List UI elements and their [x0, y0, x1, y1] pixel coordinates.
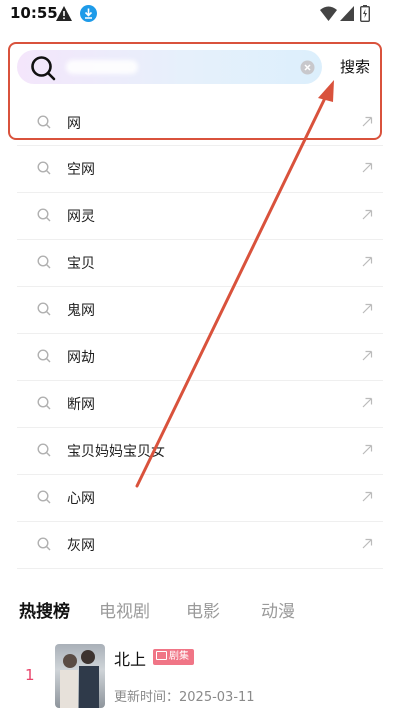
search-icon	[37, 537, 51, 551]
suggestion-item[interactable]: 网	[17, 100, 383, 146]
suggestion-label: 宝贝	[67, 256, 95, 272]
download-icon	[80, 5, 97, 22]
series-badge-label: 剧集	[169, 651, 189, 662]
suggestion-item[interactable]: 鬼网	[17, 287, 383, 334]
suggestion-item[interactable]: 宝贝妈妈宝贝女	[17, 428, 383, 475]
tab-movies[interactable]: 电影	[186, 597, 220, 622]
search-icon	[31, 56, 56, 81]
arrow-up-left-icon[interactable]	[361, 209, 373, 221]
search-icon	[37, 302, 51, 316]
signal-icon	[340, 6, 354, 21]
update-time-label: 更新时间：	[114, 690, 180, 705]
status-bar: 10:55	[0, 0, 401, 28]
clear-icon[interactable]	[300, 60, 315, 75]
suggestion-label: 断网	[67, 397, 95, 413]
tab-anime[interactable]: 动漫	[261, 597, 295, 622]
arrow-up-left-icon[interactable]	[361, 350, 373, 362]
poster-image[interactable]	[55, 644, 105, 708]
battery-icon	[360, 5, 370, 22]
arrow-up-left-icon[interactable]	[361, 538, 373, 550]
search-icon	[37, 161, 51, 175]
arrow-up-left-icon[interactable]	[361, 491, 373, 503]
suggestion-label: 鬼网	[67, 303, 95, 319]
suggestion-item[interactable]: 心网	[17, 475, 383, 522]
suggestion-label: 空网	[67, 162, 95, 178]
search-icon	[37, 349, 51, 363]
arrow-up-left-icon[interactable]	[361, 303, 373, 315]
arrow-up-left-icon[interactable]	[361, 397, 373, 409]
suggestion-list: 网 空网 网灵 宝贝 鬼网 网劫 断网 宝贝妈妈宝贝女 心网 灰网	[17, 100, 383, 569]
tv-icon	[156, 651, 167, 660]
tab-tv-series[interactable]: 电视剧	[99, 597, 150, 622]
arrow-up-left-icon[interactable]	[361, 256, 373, 268]
suggestion-item[interactable]: 灰网	[17, 522, 383, 569]
search-icon	[37, 255, 51, 269]
rank-number: 1	[25, 666, 35, 684]
update-time: 更新时间：2025-03-11	[114, 686, 255, 705]
tab-hot-search[interactable]: 热搜榜	[19, 597, 70, 622]
suggestion-item[interactable]: 网灵	[17, 193, 383, 240]
suggestion-item[interactable]: 宝贝	[17, 240, 383, 287]
suggestion-item[interactable]: 空网	[17, 146, 383, 193]
arrow-up-left-icon[interactable]	[361, 162, 373, 174]
arrow-up-left-icon[interactable]	[361, 116, 373, 128]
warning-icon	[56, 6, 72, 21]
search-icon	[37, 396, 51, 410]
suggestion-label: 网灵	[67, 209, 95, 225]
search-icon	[37, 208, 51, 222]
suggestion-label: 网劫	[67, 350, 95, 366]
status-time: 10:55	[10, 4, 58, 22]
suggestion-item[interactable]: 断网	[17, 381, 383, 428]
suggestion-label: 网	[67, 116, 81, 132]
search-icon	[37, 115, 51, 129]
hot-list-item[interactable]: 1 北上 剧集 更新时间：2025-03-11	[0, 640, 401, 713]
search-button[interactable]: 搜索	[340, 56, 370, 77]
search-icon	[37, 490, 51, 504]
wifi-icon	[320, 6, 337, 21]
series-badge: 剧集	[153, 649, 194, 665]
arrow-up-left-icon[interactable]	[361, 444, 373, 456]
search-icon	[37, 443, 51, 457]
suggestion-label: 心网	[67, 491, 95, 507]
show-title: 北上	[114, 650, 147, 669]
search-input-redaction	[66, 60, 138, 74]
suggestion-label: 灰网	[67, 538, 95, 554]
suggestion-item[interactable]: 网劫	[17, 334, 383, 381]
suggestion-label: 宝贝妈妈宝贝女	[67, 444, 165, 460]
update-time-value: 2025-03-11	[179, 690, 255, 705]
